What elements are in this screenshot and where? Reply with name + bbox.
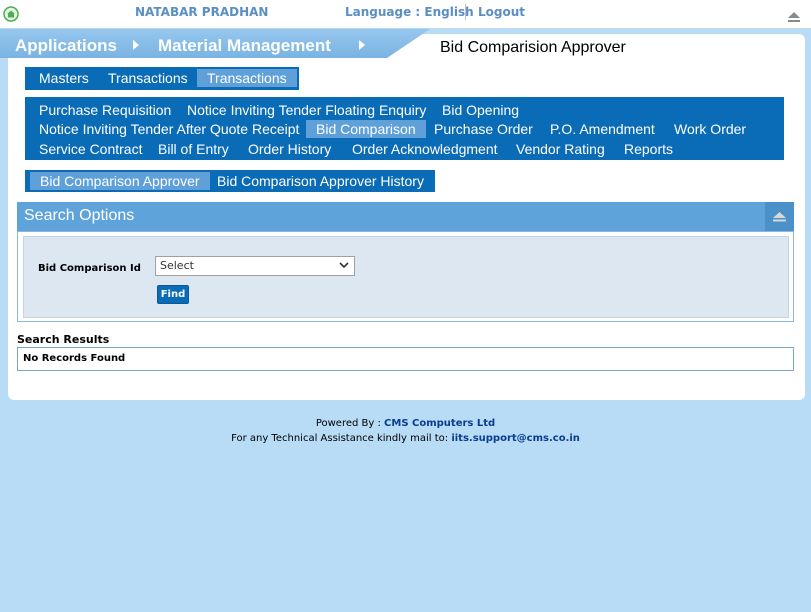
chevron-right-icon	[133, 40, 139, 50]
menu-bid-comparison-approver-history[interactable]: Bid Comparison Approver History	[217, 172, 424, 190]
top-bar: NATABAR PRADHAN Language : English Logou…	[0, 0, 811, 28]
menu-transactions[interactable]: Transactions	[108, 69, 188, 87]
chevron-right-icon	[359, 40, 365, 50]
language-selector[interactable]: Language : English	[345, 5, 474, 19]
menu-order-history[interactable]: Order History	[248, 140, 331, 158]
home-icon[interactable]	[3, 6, 19, 22]
menu-transactions-selected[interactable]: Transactions	[197, 69, 297, 87]
collapse-up-icon	[773, 212, 786, 222]
menu-level1: Masters Transactions Transactions	[25, 67, 299, 90]
menu-po-amendment[interactable]: P.O. Amendment	[550, 120, 655, 138]
menu-reports[interactable]: Reports	[624, 140, 673, 158]
menu-purchase-requisition[interactable]: Purchase Requisition	[39, 101, 171, 119]
menu-nit-floating-enquiry[interactable]: Notice Inviting Tender Floating Enquiry	[187, 101, 426, 119]
menu-level3: Bid Comparison Approver Bid Comparison A…	[25, 170, 435, 192]
menu-bill-of-entry[interactable]: Bill of Entry	[158, 140, 229, 158]
select-value: Select	[160, 259, 194, 272]
menu-service-contract[interactable]: Service Contract	[39, 140, 142, 158]
logout-link[interactable]: Logout	[478, 5, 525, 19]
support-label: For any Technical Assistance kindly mail…	[231, 433, 452, 444]
breadcrumb-material-management[interactable]: Material Management	[158, 36, 331, 56]
search-collapse-button[interactable]	[765, 202, 794, 231]
menu-work-order[interactable]: Work Order	[674, 120, 746, 138]
search-results-label: Search Results	[17, 333, 110, 346]
search-results-box: No Records Found	[17, 347, 794, 371]
find-button[interactable]: Find	[157, 285, 189, 304]
bid-comparison-id-select[interactable]: Select	[155, 256, 355, 276]
company-link[interactable]: CMS Computers Ltd	[384, 418, 495, 429]
bid-comparison-id-label: Bid Comparison Id	[38, 263, 141, 274]
support-email-link[interactable]: iits.support@cms.co.in	[451, 433, 580, 444]
menu-vendor-rating[interactable]: Vendor Rating	[516, 140, 605, 158]
menu-masters[interactable]: Masters	[39, 69, 89, 87]
user-name: NATABAR PRADHAN	[135, 5, 269, 19]
breadcrumb-applications[interactable]: Applications	[15, 36, 117, 56]
menu-nit-after-quote[interactable]: Notice Inviting Tender After Quote Recei…	[39, 120, 299, 138]
chevron-down-icon	[339, 262, 349, 269]
footer-support: For any Technical Assistance kindly mail…	[0, 433, 811, 444]
menu-purchase-order[interactable]: Purchase Order	[434, 120, 533, 138]
menu-bid-comparison[interactable]: Bid Comparison	[306, 120, 426, 138]
menu-bid-opening[interactable]: Bid Opening	[442, 101, 519, 119]
search-form: Bid Comparison Id Select Find	[23, 236, 789, 318]
search-options-header: Search Options	[17, 202, 794, 231]
no-records-message: No Records Found	[23, 353, 126, 364]
page-title: Bid Comparision Approver	[440, 39, 626, 56]
powered-by-label: Powered By :	[315, 418, 385, 429]
separator	[465, 4, 466, 20]
menu-order-acknowledgment[interactable]: Order Acknowledgment	[352, 140, 498, 158]
search-options-body: Bid Comparison Id Select Find	[17, 231, 794, 322]
search-options-title: Search Options	[24, 207, 135, 224]
footer-powered-by: Powered By : CMS Computers Ltd	[0, 418, 811, 429]
menu-level2: Purchase Requisition Notice Inviting Ten…	[25, 97, 784, 160]
menu-bid-comparison-approver[interactable]: Bid Comparison Approver	[30, 172, 210, 190]
collapse-up-icon[interactable]	[786, 10, 802, 24]
